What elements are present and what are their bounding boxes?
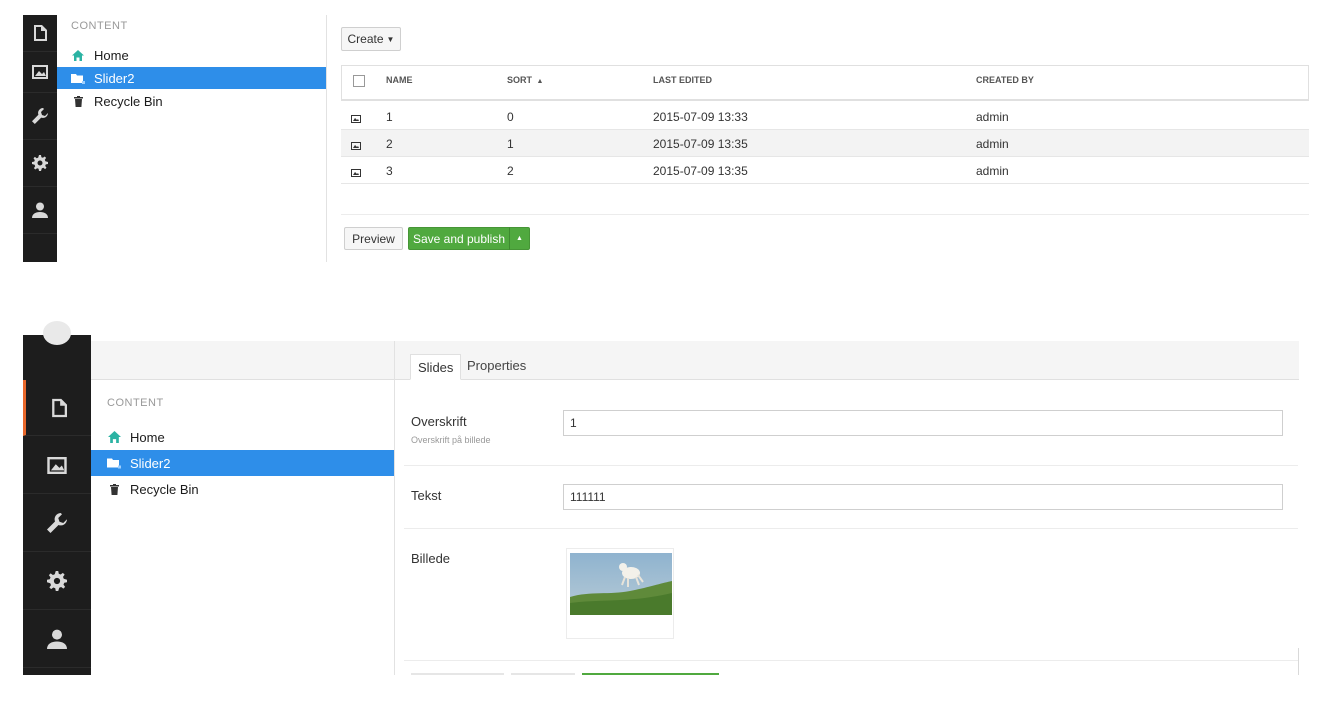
footer-button-partial[interactable]	[511, 673, 575, 675]
tree-item-recycle-bin[interactable]: Recycle Bin	[107, 478, 199, 500]
row-last-edited: 2015-07-09 13:35	[653, 137, 748, 151]
field-divider	[404, 528, 1298, 529]
gear-icon	[47, 570, 67, 591]
row-created-by: admin	[976, 110, 1009, 124]
rail-content-button[interactable]	[23, 380, 91, 436]
caret-down-icon: ▼	[386, 34, 395, 44]
create-dropdown-button[interactable]: Create ▼	[341, 27, 401, 51]
table-row[interactable]: 1 0 2015-07-09 13:33 admin	[341, 103, 1309, 130]
overskrift-description: Overskrift på billede	[411, 435, 491, 445]
row-last-edited: 2015-07-09 13:35	[653, 164, 748, 178]
table-row[interactable]: 3 2 2015-07-09 13:35 admin	[341, 157, 1309, 184]
tree-item-slider2[interactable]: Slider2	[91, 450, 394, 476]
wrench-icon	[47, 512, 67, 533]
tekst-label: Tekst	[411, 488, 442, 503]
gear-icon	[32, 155, 48, 171]
tree-item-slider2[interactable]: Slider2	[57, 67, 326, 89]
top-app-rail	[23, 15, 57, 262]
row-sort: 0	[507, 110, 514, 124]
image-icon	[351, 139, 361, 153]
select-all-checkbox[interactable]	[353, 75, 365, 87]
caret-up-icon: ▲	[516, 235, 523, 242]
home-icon	[107, 431, 121, 443]
logo-circle	[43, 321, 71, 345]
vertical-scroll-edge	[1298, 648, 1299, 675]
lamb-thumbnail-image	[570, 553, 672, 615]
field-divider	[404, 465, 1298, 466]
billede-label: Billede	[411, 551, 451, 566]
tree-item-label: Recycle Bin	[94, 94, 163, 109]
column-header-last-edited[interactable]: LAST EDITED	[653, 75, 712, 85]
row-sort: 2	[507, 164, 514, 178]
row-last-edited: 2015-07-09 13:33	[653, 110, 748, 124]
rail-settings-button[interactable]	[23, 140, 57, 187]
tree-panel-header-bar	[91, 341, 394, 380]
image-icon	[32, 65, 48, 79]
editor-tab-bar	[395, 341, 1299, 380]
field-divider	[404, 660, 1298, 661]
tree-item-label: Home	[130, 429, 165, 445]
table-row[interactable]: 2 1 2015-07-09 13:35 admin	[341, 130, 1309, 157]
trash-icon	[71, 96, 85, 107]
rail-developer-button[interactable]	[23, 93, 57, 140]
rail-settings-button[interactable]	[23, 552, 91, 610]
trash-icon	[107, 483, 121, 495]
rail-developer-button[interactable]	[23, 494, 91, 552]
create-label: Create	[347, 32, 384, 46]
tree-item-recycle-bin[interactable]: Recycle Bin	[71, 91, 163, 112]
tab-properties[interactable]: Properties	[467, 358, 526, 373]
footer-button-partial[interactable]	[411, 673, 504, 675]
tree-item-label: Home	[94, 48, 129, 63]
tree-item-label: Recycle Bin	[130, 481, 199, 497]
tree-divider	[394, 341, 395, 675]
image-icon	[351, 166, 361, 180]
tree-item-home[interactable]: Home	[71, 45, 129, 66]
tree-item-home[interactable]: Home	[107, 426, 165, 448]
user-icon	[47, 629, 67, 649]
rail-media-button[interactable]	[23, 437, 91, 494]
row-created-by: admin	[976, 137, 1009, 151]
image-icon	[351, 112, 361, 126]
row-name[interactable]: 1	[386, 110, 393, 124]
image-icon	[47, 456, 67, 474]
column-header-sort[interactable]: SORT ▲	[507, 75, 543, 85]
row-created-by: admin	[976, 164, 1009, 178]
column-header-sort-label: SORT	[507, 75, 533, 85]
tree-header: CONTENT	[107, 397, 164, 409]
tekst-input[interactable]: 111111	[563, 484, 1283, 510]
row-name[interactable]: 2	[386, 137, 393, 151]
rail-users-button[interactable]	[23, 610, 91, 668]
tree-item-label: Slider2	[94, 70, 135, 86]
tree-divider	[326, 15, 327, 262]
wrench-icon	[32, 108, 48, 124]
overskrift-input[interactable]: 1	[563, 410, 1283, 436]
folder-icon	[71, 73, 85, 84]
sort-ascending-icon: ▲	[536, 78, 544, 85]
tab-slides[interactable]: Slides	[410, 354, 462, 380]
document-icon	[34, 25, 47, 41]
footer-publish-partial[interactable]	[582, 673, 719, 675]
image-picker[interactable]	[566, 548, 674, 639]
publish-options-button[interactable]: ▲	[509, 227, 530, 250]
overskrift-label: Overskrift	[411, 414, 467, 429]
preview-button[interactable]: Preview	[344, 227, 403, 250]
table-header	[341, 65, 1309, 101]
home-icon	[71, 50, 85, 61]
document-icon	[51, 398, 67, 417]
bottom-app-rail	[23, 321, 91, 675]
column-header-name[interactable]: NAME	[386, 75, 413, 85]
tree-item-label: Slider2	[130, 455, 171, 471]
column-header-created-by[interactable]: CREATED BY	[976, 75, 1034, 85]
save-and-publish-button[interactable]: Save and publish	[408, 227, 510, 250]
user-icon	[32, 202, 48, 218]
footer-divider	[341, 214, 1309, 215]
row-sort: 1	[507, 137, 514, 151]
folder-icon	[107, 457, 121, 469]
rail-content-button[interactable]	[23, 15, 57, 52]
tree-header: CONTENT	[71, 20, 128, 32]
rail-users-button[interactable]	[23, 187, 57, 234]
row-name[interactable]: 3	[386, 164, 393, 178]
rail-media-button[interactable]	[23, 52, 57, 93]
